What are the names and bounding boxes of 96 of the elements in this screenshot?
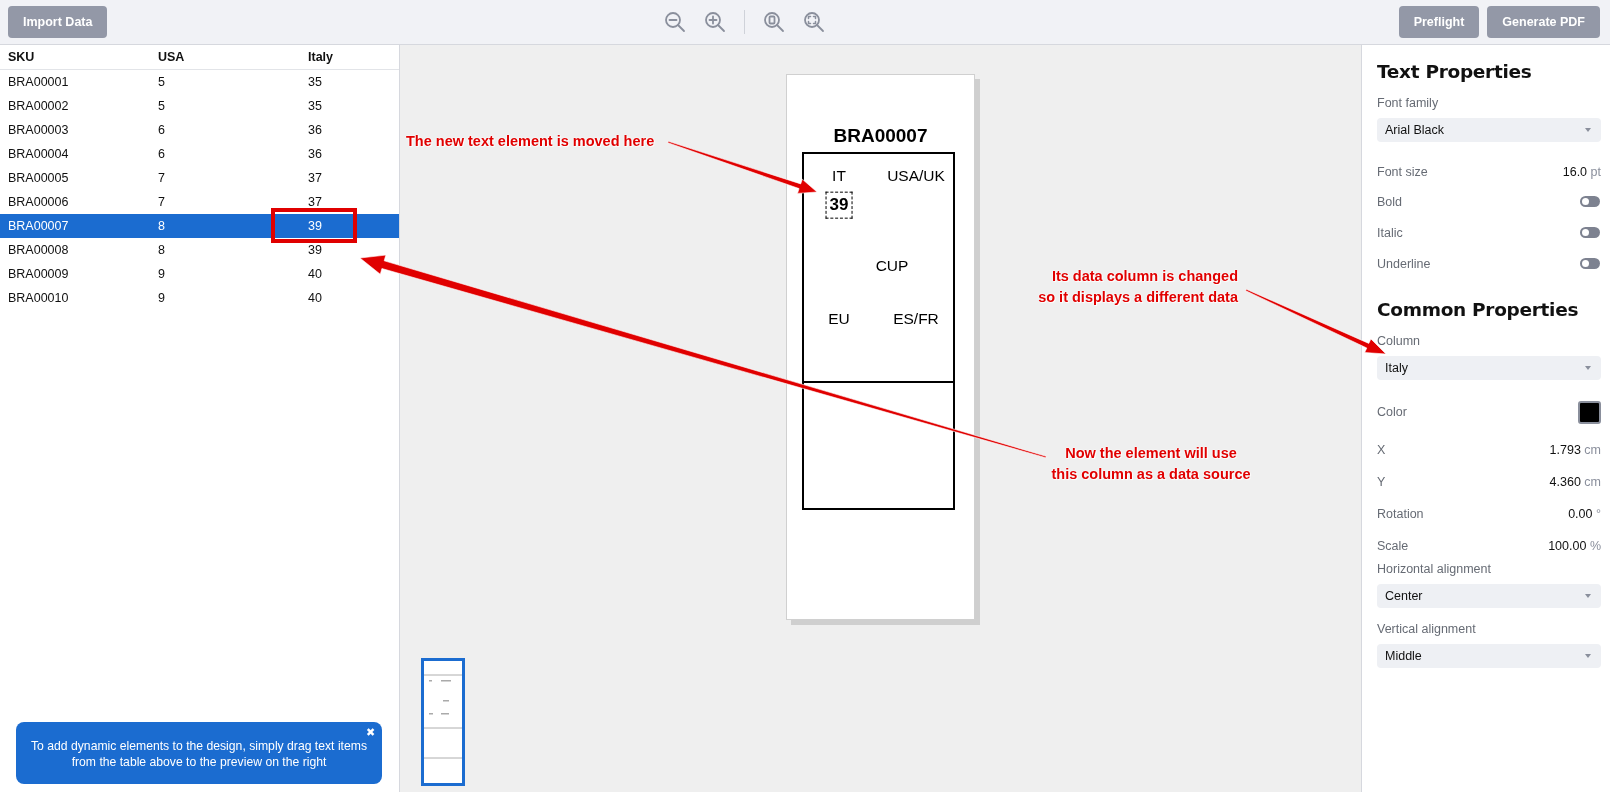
field-label: Vertical alignment — [1377, 622, 1477, 636]
caret-icon — [1585, 594, 1591, 598]
label-text[interactable]: ES/FR — [893, 310, 939, 328]
table-cell-text: 37 — [308, 195, 323, 209]
field-label: Column — [1377, 334, 1422, 348]
dropdown[interactable]: Italy — [1377, 356, 1601, 380]
color-swatch[interactable] — [1578, 400, 1601, 424]
value-text[interactable]: 4.360 cm — [1549, 475, 1601, 489]
dropdown-value: Center — [1385, 589, 1423, 603]
table-cell-text: BRA00009 — [8, 267, 70, 281]
table-cell-text: BRA00008 — [8, 243, 70, 257]
table-cell-text: BRA00005 — [8, 171, 70, 185]
column-header: USA — [158, 50, 186, 64]
table-row[interactable]: BRA00005 7 37 — [0, 166, 399, 190]
table-cell-text: 7 — [158, 195, 166, 209]
table-cell-text: 5 — [158, 99, 166, 113]
column-header: SKU — [8, 50, 36, 64]
table-cell-text: BRA00007 — [8, 219, 70, 233]
dropdown-value: Italy — [1385, 361, 1408, 375]
toggle-switch[interactable] — [1580, 227, 1600, 238]
field-label: Font size — [1377, 165, 1428, 179]
table-cell-text: 39 — [308, 243, 323, 257]
section-heading: Text Properties — [1377, 61, 1533, 82]
label-text[interactable]: CUP — [875, 257, 909, 275]
table-cell-text: 36 — [308, 147, 323, 161]
value-text[interactable]: 16.0 pt — [1562, 165, 1601, 179]
annotation-text: Its data column is changed so it displays a different data — [1038, 267, 1238, 307]
annotation-text: Now the element will use this column as a data source — [1051, 444, 1251, 484]
close-button[interactable]: ✖ — [366, 724, 375, 740]
table-cell-text: BRA00003 — [8, 123, 70, 137]
label-title: BRA00007 — [832, 125, 929, 147]
caret-icon — [1585, 366, 1591, 370]
field-label: Underline — [1377, 256, 1431, 271]
field-label: Font family — [1377, 96, 1440, 110]
table-cell-text: 36 — [308, 123, 323, 137]
field-label: Rotation — [1377, 507, 1424, 521]
column-header: Italy — [308, 50, 334, 64]
table-row[interactable]: BRA00010 9 40 — [0, 286, 399, 310]
table-cell-text: BRA00001 — [8, 75, 70, 89]
table-cell-text: BRA00004 — [8, 147, 70, 161]
label-text[interactable]: EU — [828, 310, 850, 328]
table-cell-text: 40 — [308, 291, 323, 305]
table-row[interactable]: BRA00006 7 37 — [0, 190, 399, 214]
zoom-in-icon[interactable] — [704, 11, 727, 33]
table-cell-text: 8 — [158, 243, 166, 257]
table-cell-text: 37 — [308, 171, 323, 185]
field-label: X — [1377, 443, 1386, 457]
label-text[interactable]: IT — [832, 167, 846, 185]
label-text[interactable]: USA/UK — [887, 167, 945, 185]
table-cell-text: 9 — [158, 291, 166, 305]
field-label: Color — [1377, 405, 1407, 419]
field-label: Italic — [1377, 225, 1403, 240]
table-cell-text: BRA00006 — [8, 195, 70, 209]
table-cell-text: BRA00010 — [8, 291, 70, 305]
caret-icon — [1585, 128, 1591, 132]
dropdown-value: Arial Black — [1385, 123, 1445, 137]
zoom-out-icon[interactable] — [664, 11, 687, 33]
dropdown[interactable]: Arial Black — [1377, 118, 1601, 142]
table-row[interactable]: BRA00001 5 35 — [0, 70, 399, 94]
annotation-text: The new text element is moved here — [406, 132, 655, 151]
table-cell-text: 9 — [158, 267, 166, 281]
table-cell-text: 35 — [308, 99, 323, 113]
table-cell-text: 35 — [308, 75, 323, 89]
zoom-fit-icon[interactable] — [803, 11, 826, 33]
table-cell-text: 6 — [158, 123, 166, 137]
table-row[interactable]: BRA00007 8 39 — [0, 214, 399, 238]
table-row[interactable]: BRA00003 6 36 — [0, 118, 399, 142]
table-cell-text: 8 — [158, 219, 166, 233]
table-row[interactable]: BRA00004 6 36 — [0, 142, 399, 166]
dropdown[interactable]: Center — [1377, 584, 1601, 608]
table-cell-text: 7 — [158, 171, 166, 185]
table-cell-text: 40 — [308, 267, 323, 281]
field-label: Bold — [1377, 194, 1403, 209]
value-text[interactable]: 0.00 ° — [1568, 507, 1601, 521]
field-label: Scale — [1377, 539, 1409, 553]
field-label: Horizontal alignment — [1377, 562, 1492, 576]
table-cell-text: 5 — [158, 75, 166, 89]
page-thumbnail[interactable] — [421, 658, 465, 786]
dropdown[interactable]: Middle — [1377, 644, 1601, 668]
hint-text: To add dynamic elements to the design, simply drag text items from the table above to the preview on the right — [31, 739, 367, 769]
toggle-switch[interactable] — [1580, 196, 1600, 207]
dropdown-value: Middle — [1385, 649, 1422, 663]
table-cell-text: 6 — [158, 147, 166, 161]
section-heading: Common Properties — [1377, 299, 1580, 320]
table-row[interactable]: BRA00002 5 35 — [0, 94, 399, 118]
value-text[interactable]: 1.793 cm — [1549, 443, 1601, 457]
table-cell-text: 39 — [308, 219, 323, 233]
table-row[interactable]: BRA00009 9 40 — [0, 262, 399, 286]
zoom-page-icon[interactable] — [763, 11, 786, 33]
toggle-switch[interactable] — [1580, 258, 1600, 269]
table-cell-text: BRA00002 — [8, 99, 70, 113]
field-label: Y — [1377, 475, 1386, 489]
data-field-text[interactable]: 39 — [826, 192, 852, 218]
value-text[interactable]: 100.00 % — [1548, 539, 1601, 553]
table-row[interactable]: BRA00008 8 39 — [0, 238, 399, 262]
caret-icon — [1585, 654, 1591, 658]
